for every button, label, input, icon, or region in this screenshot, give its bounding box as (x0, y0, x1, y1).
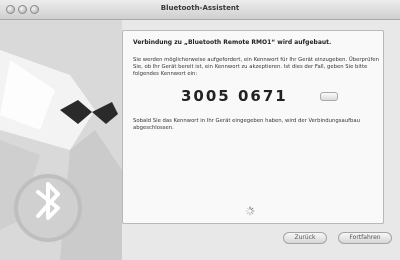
window-title: Bluetooth-Assistent (160, 4, 240, 12)
passkey-code: 3005 0671 (181, 87, 288, 105)
back-button[interactable]: Zurück (283, 232, 327, 244)
tuxedo-bluetooth-illustration (0, 20, 122, 260)
title-bar: Bluetooth-Assistent (0, 0, 400, 20)
instruction-text: Sie werden möglicherweise aufgefordert, … (133, 57, 379, 78)
continue-button[interactable]: Fortfahren (338, 232, 392, 244)
content-pane: Verbindung zu „Bluetooth Remote RMO1“ wi… (122, 30, 384, 224)
connection-heading: Verbindung zu „Bluetooth Remote RMO1“ wi… (133, 39, 332, 46)
help-button[interactable] (320, 92, 338, 101)
sidebar-illustration (0, 20, 122, 260)
bluetooth-assistant-window: Bluetooth-Assistent Verbindung zu „Bluet… (0, 0, 400, 260)
spinner-icon (245, 206, 255, 216)
completion-text: Sobald Sie das Kennwort in Ihr Gerät ein… (133, 118, 360, 132)
